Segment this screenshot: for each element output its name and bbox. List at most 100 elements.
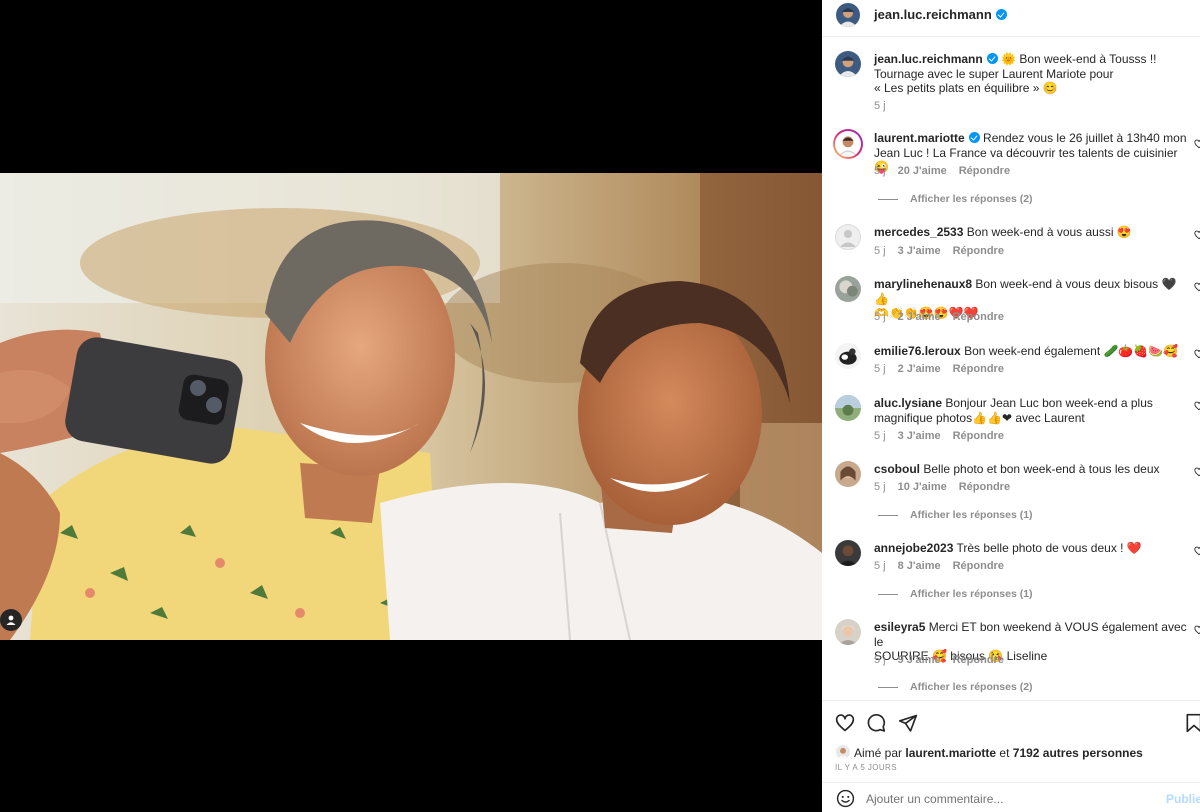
- instagram-post-view: jean.luc.reichmann jean.luc.reichmann 🌞 …: [0, 0, 1200, 812]
- comment-time: 5 j: [874, 481, 886, 493]
- caption-text-line1: 🌞 Bon week-end à Tousss !!: [1001, 52, 1157, 66]
- comment-like-icon[interactable]: [1194, 546, 1200, 556]
- reply-button[interactable]: Répondre: [959, 165, 1010, 177]
- view-replies-button[interactable]: Afficher les réponses (2): [878, 681, 1033, 693]
- reply-button[interactable]: Répondre: [953, 430, 1004, 442]
- commenter-avatar[interactable]: [835, 343, 861, 369]
- view-replies-button[interactable]: Afficher les réponses (1): [878, 509, 1033, 521]
- emoji-icon[interactable]: [836, 789, 855, 808]
- liker-avatar[interactable]: [836, 745, 850, 759]
- post-side-panel: jean.luc.reichmann jean.luc.reichmann 🌞 …: [822, 0, 1200, 812]
- reply-button[interactable]: Répondre: [953, 245, 1004, 257]
- comment-username[interactable]: csoboul: [874, 462, 920, 476]
- liked-by-and: et: [999, 746, 1010, 760]
- verified-badge-icon: [995, 9, 1007, 20]
- comment-text: Bonjour Jean Luc bon week-end a plus: [945, 396, 1153, 410]
- comment-likes-link[interactable]: 3 J'aime: [898, 430, 941, 442]
- comment-text: Très belle photo de vous deux ! ❤️: [956, 541, 1142, 555]
- commenter-avatar[interactable]: [835, 224, 861, 250]
- comment-likes-link[interactable]: 9 J'aime: [898, 654, 941, 666]
- commenter-avatar[interactable]: [835, 619, 861, 645]
- share-icon[interactable]: [898, 713, 918, 733]
- comment-username[interactable]: aluc.lysiane: [874, 396, 942, 410]
- comment-text: Bon week-end à vous aussi 😍: [966, 225, 1132, 239]
- commenter-avatar[interactable]: [835, 395, 861, 421]
- post-photo[interactable]: [0, 173, 822, 640]
- liked-by-prefix: Aimé par: [854, 746, 903, 760]
- comment-time: 5 j: [874, 430, 886, 442]
- reply-button[interactable]: Répondre: [953, 654, 1004, 666]
- comment-like-icon[interactable]: [1194, 401, 1200, 411]
- comment-like-icon[interactable]: [1194, 282, 1200, 292]
- comment-text: Belle photo et bon week-end à tous les d…: [923, 462, 1160, 476]
- reply-button[interactable]: Répondre: [959, 481, 1010, 493]
- bookmark-icon[interactable]: [1184, 713, 1200, 733]
- liked-by-user[interactable]: laurent.mariotte: [905, 746, 996, 760]
- post-actions: Aimé par laurent.mariotte et 7192 autres…: [822, 700, 1200, 812]
- comment-username[interactable]: mercedes_2533: [874, 225, 963, 239]
- comment-like-icon[interactable]: [1194, 467, 1200, 477]
- view-replies-button[interactable]: Afficher les réponses (1): [878, 588, 1033, 600]
- comment-like-icon[interactable]: [1194, 139, 1200, 149]
- post-caption: jean.luc.reichmann 🌞 Bon week-end à Tous…: [822, 50, 1200, 112]
- caption-text-line2: Tournage avec le super Laurent Mariote p…: [874, 66, 1114, 81]
- author-username[interactable]: jean.luc.reichmann: [874, 7, 992, 22]
- user-tag-icon[interactable]: [0, 609, 22, 631]
- comment-text-line2: magnifique photos👍👍❤ avec Laurent: [874, 410, 1085, 425]
- comment-likes-link[interactable]: 2 J'aime: [898, 311, 941, 323]
- caption-text-line3: « Les petits plats en équilibre » 😊: [874, 81, 1058, 95]
- post-time-ago: IL Y A 5 JOURS: [835, 763, 897, 772]
- comment-time: 5 j: [874, 165, 886, 177]
- post-media: [0, 0, 822, 812]
- comment-time: 5 j: [874, 654, 886, 666]
- commenter-avatar[interactable]: [835, 540, 861, 566]
- comment: csoboul Belle photo et bon week-end à to…: [822, 460, 1200, 522]
- author-avatar[interactable]: [836, 3, 860, 27]
- comment: esileyra5 Merci ET bon weekend à VOUS ég…: [822, 618, 1200, 694]
- reply-button[interactable]: Répondre: [953, 311, 1004, 323]
- comment-username[interactable]: emilie76.leroux: [874, 344, 961, 358]
- verified-badge-icon: [968, 132, 980, 143]
- caption-username[interactable]: jean.luc.reichmann: [874, 52, 983, 66]
- comment: marylinehenaux8 Bon week-end à vous deux…: [822, 275, 1200, 325]
- comment-like-icon[interactable]: [1194, 349, 1200, 359]
- comment-text: Rendez vous le 26 juillet à 13h40 mon: [983, 131, 1187, 145]
- comment-composer: Publier: [822, 782, 1200, 812]
- commenter-avatar[interactable]: [835, 461, 861, 487]
- comment-like-icon[interactable]: [1194, 625, 1200, 635]
- comment-username[interactable]: esileyra5: [874, 620, 925, 634]
- publish-button[interactable]: Publier: [1166, 792, 1200, 806]
- comment: emilie76.leroux Bon week-end également 🥒…: [822, 342, 1200, 382]
- comment-input[interactable]: [866, 792, 1146, 806]
- comment-username[interactable]: marylinehenaux8: [874, 277, 972, 291]
- comment-like-icon[interactable]: [1194, 230, 1200, 240]
- comment-likes-link[interactable]: 20 J'aime: [898, 165, 947, 177]
- verified-badge-icon: [986, 53, 998, 64]
- comment-likes-link[interactable]: 8 J'aime: [898, 560, 941, 572]
- caption-time: 5 j: [874, 100, 886, 112]
- reply-button[interactable]: Répondre: [953, 363, 1004, 375]
- heart-icon[interactable]: [835, 713, 855, 733]
- comment: mercedes_2533 Bon week-end à vous aussi …: [822, 223, 1200, 263]
- comment: laurent.mariotte Rendez vous le 26 juill…: [822, 129, 1200, 211]
- post-header: jean.luc.reichmann: [822, 0, 1200, 37]
- comment-time: 5 j: [874, 560, 886, 572]
- comment-username[interactable]: laurent.mariotte: [874, 131, 965, 145]
- comment-likes-link[interactable]: 3 J'aime: [898, 245, 941, 257]
- author-avatar[interactable]: [835, 51, 861, 77]
- comment-icon[interactable]: [866, 713, 886, 733]
- reply-button[interactable]: Répondre: [953, 560, 1004, 572]
- commenter-avatar[interactable]: [833, 129, 863, 159]
- comment-time: 5 j: [874, 363, 886, 375]
- comment-username[interactable]: annejobe2023: [874, 541, 953, 555]
- liked-by-summary: Aimé par laurent.mariotte et 7192 autres…: [854, 746, 1143, 760]
- commenter-avatar[interactable]: [835, 276, 861, 302]
- comment-text: Bon week-end également 🥒🍅🍓🍉🥰: [964, 344, 1179, 358]
- comment: aluc.lysiane Bonjour Jean Luc bon week-e…: [822, 394, 1200, 444]
- view-replies-button[interactable]: Afficher les réponses (2): [878, 193, 1033, 205]
- comment: annejobe2023 Très belle photo de vous de…: [822, 539, 1200, 601]
- comment-time: 5 j: [874, 245, 886, 257]
- comment-likes-link[interactable]: 2 J'aime: [898, 363, 941, 375]
- comment-likes-link[interactable]: 10 J'aime: [898, 481, 947, 493]
- liked-by-others[interactable]: 7192 autres personnes: [1013, 746, 1143, 760]
